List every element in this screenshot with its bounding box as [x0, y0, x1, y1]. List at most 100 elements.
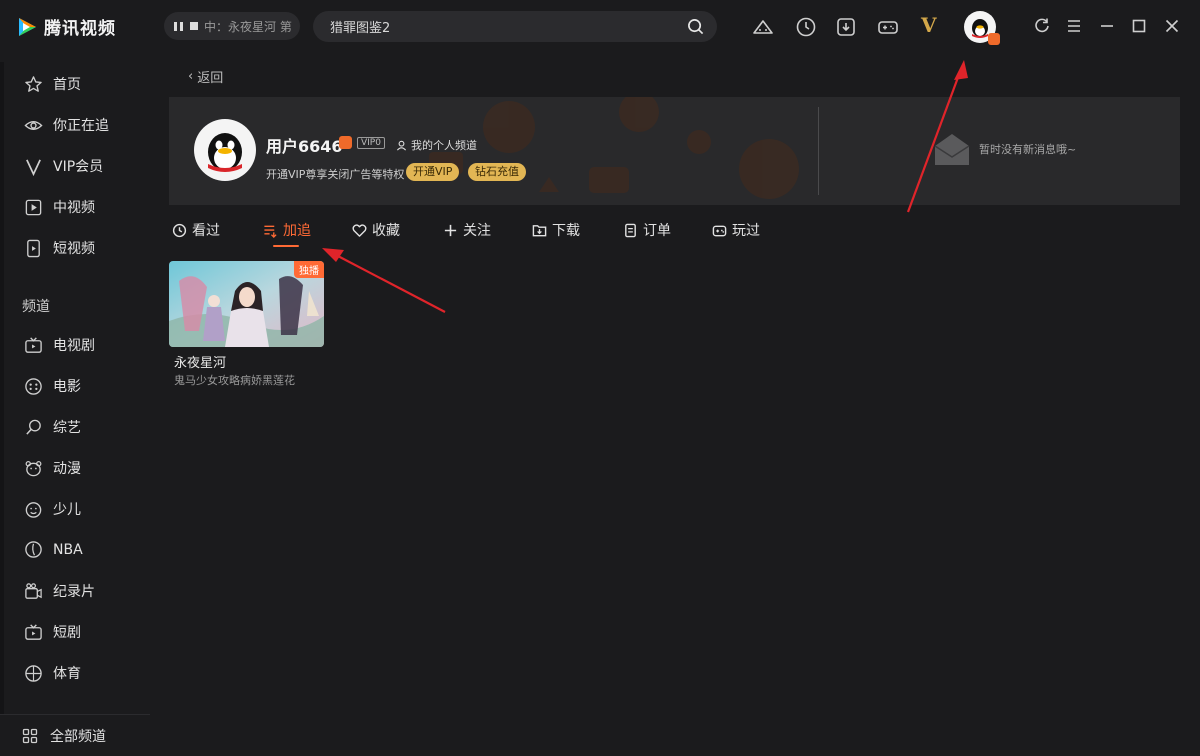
search-bar[interactable] [313, 11, 717, 42]
tv-icon [25, 336, 42, 353]
vip-badge-icon [988, 33, 1000, 45]
back-link[interactable]: ‹ 返回 [188, 67, 223, 86]
mini-player[interactable]: 中：永夜星河 第 [164, 12, 300, 40]
tab-label: 订单 [643, 223, 671, 239]
kid-face-icon [25, 501, 42, 518]
envelope-icon [934, 134, 970, 165]
download-icon[interactable] [835, 16, 857, 38]
play-square-icon [25, 199, 42, 215]
tab-following[interactable]: 关注 [443, 220, 491, 240]
app-title: 腾讯视频 [44, 19, 116, 39]
sidebar-item-label: 你正在追 [53, 118, 109, 134]
sidebar-item-vip[interactable]: VIP会员 [24, 156, 103, 176]
tv-small-icon [25, 623, 42, 640]
vip-icon[interactable]: V [921, 13, 937, 37]
sidebar-item-kids[interactable]: 少儿 [24, 499, 81, 519]
tab-downloads[interactable]: 下载 [532, 220, 580, 240]
profile-avatar[interactable] [194, 119, 256, 181]
user-avatar[interactable] [964, 11, 1000, 45]
clock-icon [172, 223, 187, 237]
arrow-to-tab [335, 254, 446, 313]
folder-download-icon [532, 224, 547, 236]
sidebar-item-label: NBA [53, 541, 83, 558]
channel-section-title: 频道 [22, 299, 50, 315]
video-thumbnail[interactable]: 独播 [169, 261, 324, 347]
basketball-icon [25, 541, 42, 558]
mic-icon [26, 419, 41, 435]
sidebar-item-label: 体育 [53, 666, 81, 682]
search-icon[interactable] [687, 18, 704, 35]
grid-icon [22, 728, 38, 743]
vip-v-icon [26, 158, 41, 176]
sidebar-item-label: 短视频 [53, 241, 95, 257]
tab-label: 看过 [192, 223, 220, 239]
open-vip-button[interactable]: 开通VIP [406, 163, 460, 181]
all-channels-label: 全部频道 [50, 728, 106, 745]
sidebar-item-label: VIP会员 [53, 159, 104, 175]
sidebar-item-home[interactable]: 首页 [24, 74, 81, 94]
tab-label: 下载 [552, 223, 580, 239]
tab-label: 关注 [463, 223, 491, 239]
sidebar-item-label: 短剧 [53, 625, 81, 641]
menu-icon[interactable] [1065, 17, 1083, 35]
sidebar-item-short-drama[interactable]: 短剧 [24, 622, 81, 642]
mini-player-title: 中：永夜星河 第 [204, 19, 292, 34]
sidebar-item-nba[interactable]: NBA [24, 540, 83, 559]
refresh-icon[interactable] [1033, 17, 1051, 35]
video-title[interactable]: 永夜星河 [169, 352, 324, 371]
back-label: 返回 [197, 71, 224, 86]
active-tab-indicator [273, 245, 299, 247]
sidebar-item-tv[interactable]: 电视剧 [24, 335, 95, 355]
tab-follow-list[interactable]: 加追 [263, 220, 311, 240]
arrow-head-avatar [954, 60, 968, 80]
gamepad-icon[interactable] [877, 16, 899, 38]
sidebar-item-label: 动漫 [53, 461, 81, 477]
sidebar-item-mid-video[interactable]: 中视频 [24, 197, 95, 217]
video-card[interactable]: 独播 永夜星河 鬼马少女攻略病娇黑莲花 [169, 261, 324, 388]
phone-play-icon [27, 239, 40, 257]
my-channel-link[interactable]: 我的个人频道 [396, 137, 477, 153]
list-add-icon [264, 225, 277, 238]
tab-label: 玩过 [732, 223, 760, 239]
sidebar-item-label: 少儿 [53, 502, 81, 518]
history-clock-icon[interactable] [795, 16, 817, 38]
banner-divider [818, 107, 819, 195]
search-input[interactable] [330, 19, 670, 34]
game-icon [712, 225, 727, 236]
tab-played[interactable]: 玩过 [712, 220, 760, 240]
all-channels-button[interactable]: 全部频道 [0, 714, 150, 756]
app-logo[interactable]: 腾讯视频 [16, 14, 116, 39]
film-reel-icon [25, 377, 42, 395]
sidebar-item-variety[interactable]: 综艺 [24, 417, 81, 437]
camera-icon [25, 582, 42, 599]
minimize-icon[interactable] [1098, 17, 1116, 35]
tab-watched[interactable]: 看过 [172, 220, 220, 240]
my-channel-label: 我的个人频道 [411, 139, 477, 152]
heart-icon [352, 223, 367, 237]
diamond-recharge-button[interactable]: 钻石充值 [468, 163, 526, 181]
sidebar-item-documentary[interactable]: 纪录片 [24, 581, 95, 601]
no-message-text: 暂时没有新消息哦~ [979, 143, 1077, 156]
stop-icon[interactable] [190, 22, 198, 30]
sidebar-item-label: 首页 [53, 77, 81, 93]
sidebar-item-short-video[interactable]: 短视频 [24, 238, 95, 258]
exclusive-tag: 独播 [294, 261, 324, 278]
sidebar-item-anime[interactable]: 动漫 [24, 458, 81, 478]
maximize-icon[interactable] [1130, 17, 1148, 35]
sidebar-item-movie[interactable]: 电影 [24, 376, 81, 396]
message-area: 暂时没有新消息哦~ [933, 131, 1076, 167]
sidebar-item-sports[interactable]: 体育 [24, 663, 81, 683]
close-icon[interactable] [1163, 17, 1181, 35]
tab-label: 收藏 [372, 223, 400, 239]
tencent-video-logo-icon [19, 17, 36, 36]
cloud-game-icon[interactable] [752, 16, 774, 38]
sidebar-item-label: 纪录片 [53, 584, 95, 600]
vip-level: VIP0 [357, 137, 385, 149]
sidebar-item-following[interactable]: 你正在追 [24, 115, 109, 135]
eye-icon [24, 120, 43, 130]
tab-favorites[interactable]: 收藏 [352, 220, 400, 240]
sidebar-item-label: 电视剧 [53, 338, 95, 354]
sidebar: 首页 你正在追 VIP会员 中视频 短视频 频道 电视剧 电影 综艺 动漫 少儿… [0, 62, 150, 756]
pause-icon[interactable] [174, 21, 198, 31]
tab-orders[interactable]: 订单 [623, 220, 671, 240]
